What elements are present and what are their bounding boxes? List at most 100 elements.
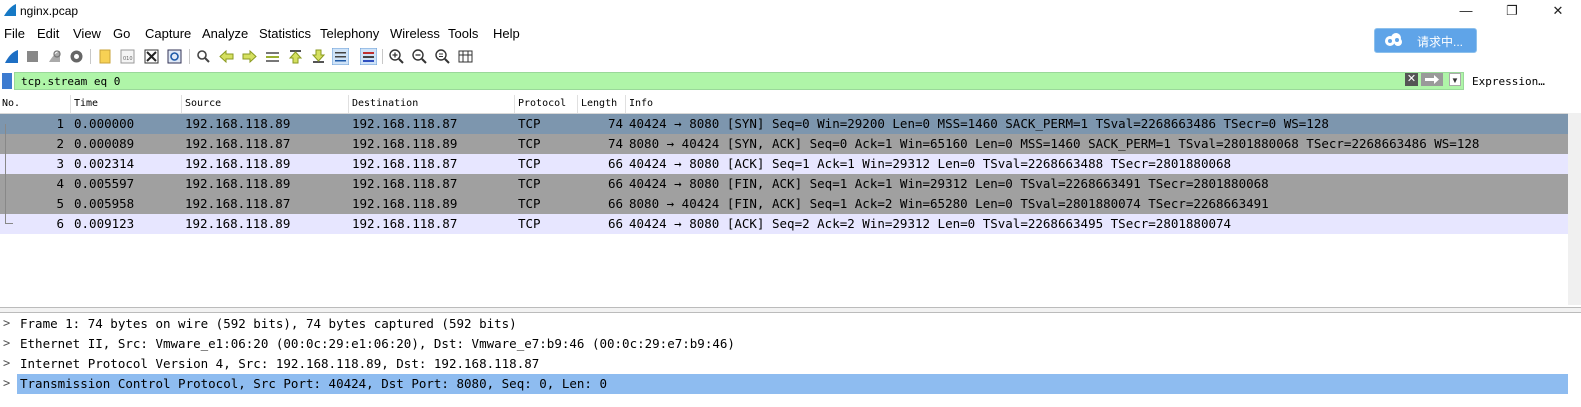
detail-row-ethernet[interactable]: > Ethernet II, Src: Vmware_e1:06:20 (00:… <box>0 334 1568 354</box>
zoom-normal-icon[interactable] <box>434 48 451 65</box>
filter-text: tcp.stream eq 0 <box>21 75 121 88</box>
find-icon[interactable] <box>195 48 212 65</box>
packet-row[interactable]: 6 0.009123 192.168.118.89 192.168.118.87… <box>0 214 1568 234</box>
packet-row[interactable]: 4 0.005597 192.168.118.89 192.168.118.87… <box>0 174 1568 194</box>
conversation-bracket <box>5 124 6 224</box>
expression-button[interactable]: Expression… <box>1472 75 1545 88</box>
menu-capture[interactable]: Capture <box>145 26 191 41</box>
menu-file[interactable]: File <box>4 26 25 41</box>
svg-text:010: 010 <box>123 56 133 62</box>
packet-no: 5 <box>56 196 64 211</box>
packet-protocol: TCP <box>518 216 541 231</box>
zoom-in-icon[interactable] <box>388 48 405 65</box>
column-header-time[interactable]: Time <box>74 98 98 109</box>
restart-icon[interactable] <box>46 48 63 65</box>
forward-arrow-icon[interactable] <box>241 48 258 65</box>
expand-arrow-icon[interactable]: > <box>3 376 10 390</box>
packet-source: 192.168.118.89 <box>185 176 291 191</box>
clear-filter-icon[interactable]: ✕ <box>1405 73 1418 86</box>
expand-arrow-icon[interactable]: > <box>3 356 10 370</box>
menu-edit[interactable]: Edit <box>37 26 59 41</box>
wireshark-fin-icon <box>4 4 16 16</box>
resize-columns-icon[interactable] <box>457 48 474 65</box>
packet-length: 66 <box>607 196 623 211</box>
packet-time: 0.005597 <box>74 176 135 191</box>
colorize-icon[interactable] <box>360 48 377 65</box>
options-gear-icon[interactable] <box>68 48 85 65</box>
back-arrow-icon[interactable] <box>218 48 235 65</box>
packet-destination: 192.168.118.87 <box>352 216 458 231</box>
column-divider[interactable] <box>625 95 626 113</box>
packet-source: 192.168.118.89 <box>185 156 291 171</box>
packet-protocol: TCP <box>518 196 541 211</box>
detail-text: Frame 1: 74 bytes on wire (592 bits), 74… <box>20 316 517 331</box>
shark-fin-start-icon[interactable] <box>3 48 20 65</box>
detail-row-ipv4[interactable]: > Internet Protocol Version 4, Src: 192.… <box>0 354 1568 374</box>
menu-analyze[interactable]: Analyze <box>202 26 248 41</box>
menu-statistics[interactable]: Statistics <box>259 26 311 41</box>
conversation-bracket-end <box>5 223 13 224</box>
first-packet-icon[interactable] <box>287 48 304 65</box>
filter-history-dropdown-icon[interactable]: ▼ <box>1449 73 1461 86</box>
stop-icon[interactable] <box>24 48 41 65</box>
expand-arrow-icon[interactable]: > <box>3 316 10 330</box>
main-toolbar: 010 <box>0 44 1581 69</box>
column-divider[interactable] <box>181 95 182 113</box>
packet-info: 40424 → 8080 [ACK] Seq=1 Ack=1 Win=29312… <box>629 156 1232 171</box>
packet-info: 40424 → 8080 [SYN] Seq=0 Win=29200 Len=0… <box>629 116 1329 131</box>
column-divider[interactable] <box>70 95 71 113</box>
column-header-length[interactable]: Length <box>581 98 617 109</box>
column-divider[interactable] <box>348 95 349 113</box>
packet-source: 192.168.118.87 <box>185 196 291 211</box>
go-to-packet-icon[interactable] <box>264 48 281 65</box>
packet-no: 2 <box>56 136 64 151</box>
packet-row[interactable]: 1 0.000000 192.168.118.89 192.168.118.87… <box>0 114 1568 134</box>
bookmark-icon[interactable] <box>2 73 12 89</box>
close-button[interactable]: ✕ <box>1538 2 1578 20</box>
packet-info: 8080 → 40424 [FIN, ACK] Seq=1 Ack=2 Win=… <box>629 196 1269 211</box>
detail-row-tcp[interactable]: > Transmission Control Protocol, Src Por… <box>0 374 1568 394</box>
pane-splitter[interactable] <box>0 307 1581 313</box>
column-header-destination[interactable]: Destination <box>352 98 418 109</box>
menu-go[interactable]: Go <box>113 26 130 41</box>
packet-info: 40424 → 8080 [FIN, ACK] Seq=1 Ack=1 Win=… <box>629 176 1269 191</box>
packet-source: 192.168.118.87 <box>185 136 291 151</box>
menu-help[interactable]: Help <box>493 26 520 41</box>
last-packet-icon[interactable] <box>310 48 327 65</box>
column-header-source[interactable]: Source <box>185 98 221 109</box>
autoscroll-icon[interactable] <box>332 48 349 65</box>
packet-info: 8080 → 40424 [SYN, ACK] Seq=0 Ack=1 Win=… <box>629 136 1480 151</box>
expand-arrow-icon[interactable]: > <box>3 336 10 350</box>
zoom-out-icon[interactable] <box>411 48 428 65</box>
packet-time: 0.002314 <box>74 156 135 171</box>
restore-button[interactable]: ❐ <box>1492 2 1532 20</box>
display-filter-input[interactable]: tcp.stream eq 0 <box>14 72 1464 90</box>
close-file-icon[interactable] <box>143 48 160 65</box>
baidu-sync-widget[interactable]: 请求中... <box>1374 28 1477 53</box>
packet-time: 0.000000 <box>74 116 135 131</box>
packet-length: 66 <box>607 216 623 231</box>
minimize-button[interactable]: — <box>1446 2 1486 20</box>
column-header-protocol[interactable]: Protocol <box>518 98 566 109</box>
open-folder-icon[interactable] <box>97 48 114 65</box>
column-header-no[interactable]: No. <box>2 98 20 109</box>
detail-row-frame[interactable]: > Frame 1: 74 bytes on wire (592 bits), … <box>0 314 1568 334</box>
column-divider[interactable] <box>577 95 578 113</box>
column-divider[interactable] <box>514 95 515 113</box>
packet-list-scrollbar[interactable] <box>1568 113 1581 305</box>
save-file-icon[interactable]: 010 <box>119 48 136 65</box>
menu-tools[interactable]: Tools <box>448 26 478 41</box>
packet-row[interactable]: 5 0.005958 192.168.118.87 192.168.118.89… <box>0 194 1568 214</box>
menu-view[interactable]: View <box>73 26 101 41</box>
packet-destination: 192.168.118.89 <box>352 136 458 151</box>
detail-text: Internet Protocol Version 4, Src: 192.16… <box>20 356 540 371</box>
menu-telephony[interactable]: Telephony <box>320 26 379 41</box>
menu-wireless[interactable]: Wireless <box>390 26 440 41</box>
apply-filter-arrow-icon[interactable] <box>1421 73 1443 86</box>
packet-row[interactable]: 2 0.000089 192.168.118.87 192.168.118.89… <box>0 134 1568 154</box>
packet-no: 3 <box>56 156 64 171</box>
packet-row[interactable]: 3 0.002314 192.168.118.89 192.168.118.87… <box>0 154 1568 174</box>
reload-icon[interactable] <box>166 48 183 65</box>
packet-destination: 192.168.118.87 <box>352 116 458 131</box>
column-header-info[interactable]: Info <box>629 98 653 109</box>
